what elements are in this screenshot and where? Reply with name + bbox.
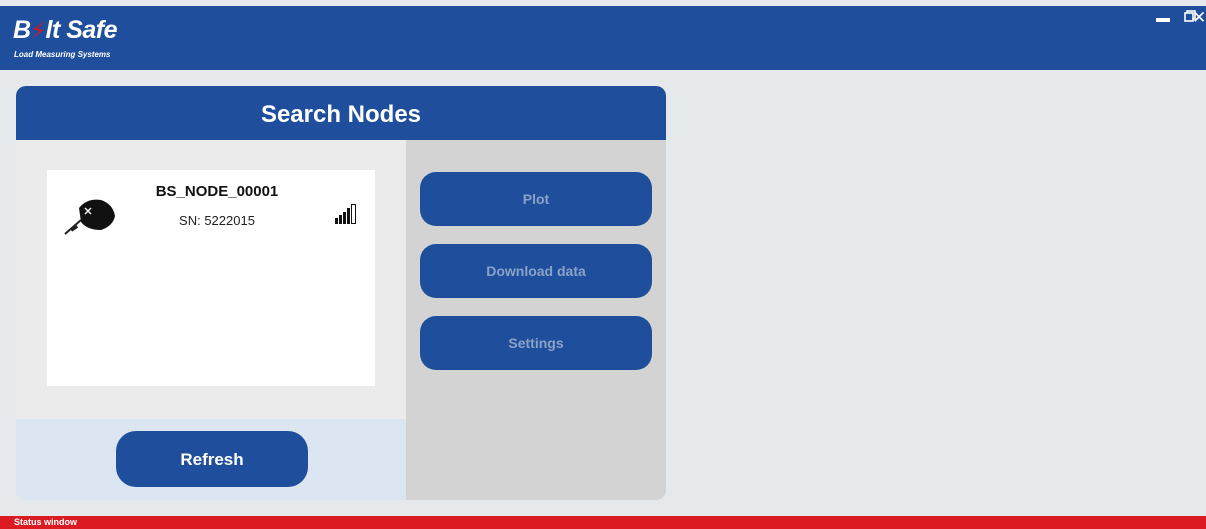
panel-title: Search Nodes [16, 86, 666, 140]
node-list-item[interactable]: BS_NODE_00001 SN: 5222015 [47, 170, 375, 386]
logo-text-end: lt Safe [45, 16, 118, 44]
refresh-area: Refresh [16, 419, 406, 500]
plot-button[interactable]: Plot [420, 172, 652, 226]
sensor-device-icon [61, 192, 121, 241]
download-data-button[interactable]: Download data [420, 244, 652, 298]
bolt-icon: ⚡ [30, 18, 46, 43]
settings-button[interactable]: Settings [420, 316, 652, 370]
refresh-button[interactable]: Refresh [116, 431, 308, 487]
node-list-area: BS_NODE_00001 SN: 5222015 [16, 140, 406, 419]
close-icon[interactable]: ✕ [1192, 9, 1206, 26]
logo-text-start: B [13, 16, 31, 44]
title-bar: B⚡lt Safe Load Measuring Systems ✕ [0, 6, 1206, 70]
app-logo: B⚡lt Safe [13, 16, 118, 45]
app-tagline: Load Measuring Systems [14, 50, 111, 59]
status-window-bar[interactable]: Status window [0, 516, 1206, 529]
status-window-label: Status window [14, 517, 77, 527]
search-nodes-panel: Search Nodes BS_NODE_00001 SN: 5222015 R… [16, 86, 666, 500]
node-name: BS_NODE_00001 [155, 183, 279, 200]
signal-strength-icon [334, 203, 358, 230]
node-serial: SN: 5222015 [179, 213, 255, 228]
minimize-icon[interactable] [1156, 10, 1170, 22]
